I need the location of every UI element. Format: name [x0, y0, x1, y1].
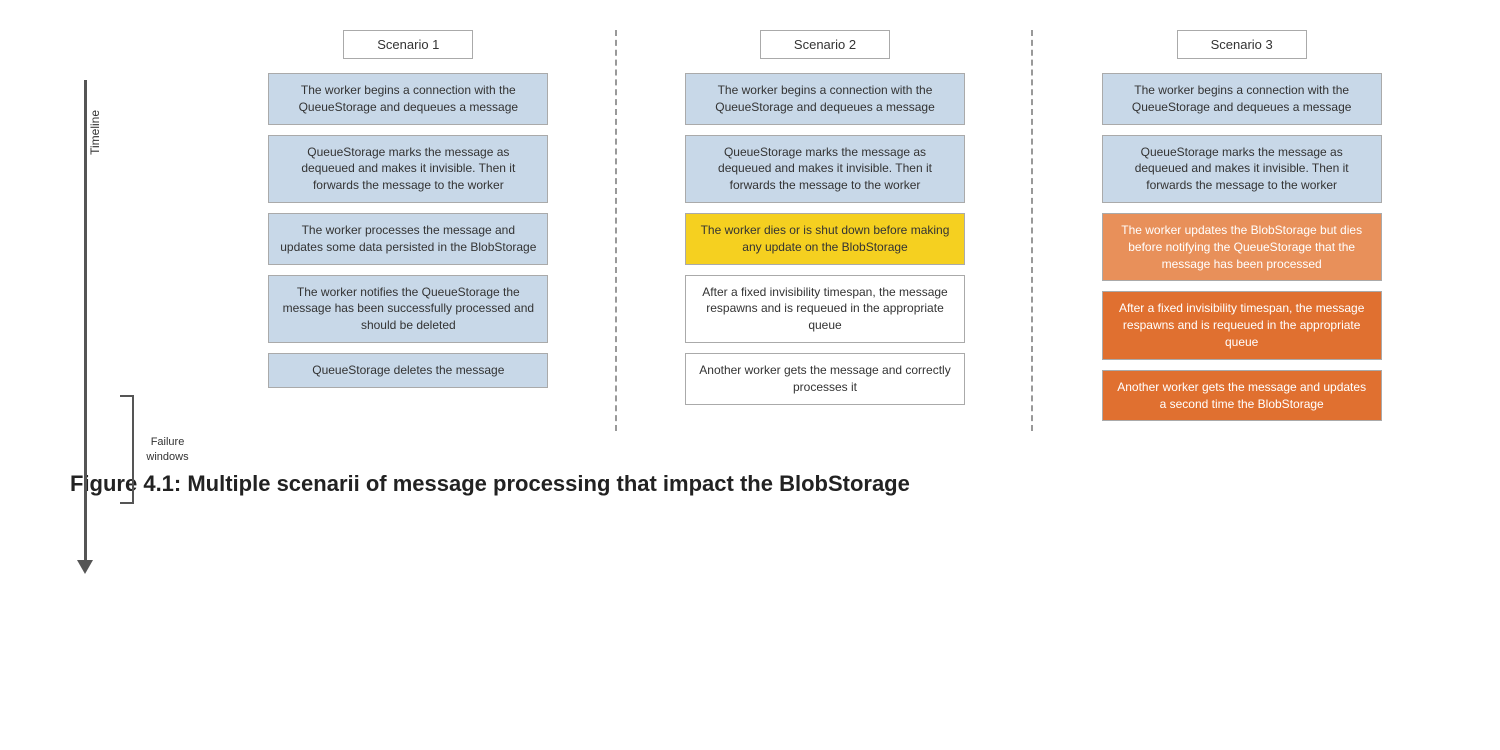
scenario-2-column: Scenario 2 The worker begins a connectio…: [617, 30, 1034, 431]
s3-box1: The worker begins a connection with the …: [1102, 73, 1382, 125]
s2-box1: The worker begins a connection with the …: [685, 73, 965, 125]
s3-box5: Another worker gets the message and upda…: [1102, 370, 1382, 422]
scenario-3-column: Scenario 3 The worker begins a connectio…: [1033, 30, 1450, 431]
s2-box2: QueueStorage marks the message as dequeu…: [685, 135, 965, 203]
scenario-3-title: Scenario 3: [1177, 30, 1307, 59]
s1-box3: The worker processes the message and upd…: [268, 213, 548, 265]
failure-bracket: [120, 395, 134, 504]
timeline-arrowhead: [77, 560, 93, 574]
s1-box1: The worker begins a connection with the …: [268, 73, 548, 125]
s3-box4: After a fixed invisibility timespan, the…: [1102, 291, 1382, 359]
s1-box4: The worker notifies the QueueStorage the…: [268, 275, 548, 343]
bracket-vert-line: [132, 397, 134, 502]
scenarios-container: Scenario 1 The worker begins a connectio…: [120, 30, 1450, 431]
s2-box4: After a fixed invisibility timespan, the…: [685, 275, 965, 343]
timeline-line: [84, 80, 87, 560]
s1-box2: QueueStorage marks the message as dequeu…: [268, 135, 548, 203]
failure-windows-label: Failure windows: [140, 435, 195, 464]
s3-box2: QueueStorage marks the message as dequeu…: [1102, 135, 1382, 203]
diagram-area: Timeline Failure windows Scenario 1 The …: [50, 30, 1450, 431]
s1-box5: QueueStorage deletes the message: [268, 353, 548, 388]
bracket-bottom-line: [120, 502, 134, 504]
s2-box3: The worker dies or is shut down before m…: [685, 213, 965, 265]
timeline-label: Timeline: [88, 110, 102, 155]
timeline-container: Timeline: [50, 30, 120, 90]
s2-box5: Another worker gets the message and corr…: [685, 353, 965, 405]
scenario-1-column: Scenario 1 The worker begins a connectio…: [200, 30, 617, 431]
s3-box3: The worker updates the BlobStorage but d…: [1102, 213, 1382, 281]
scenario-2-title: Scenario 2: [760, 30, 890, 59]
scenario-1-title: Scenario 1: [343, 30, 473, 59]
